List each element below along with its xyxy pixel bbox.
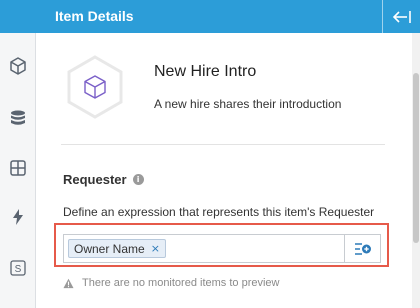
- info-icon[interactable]: i: [132, 174, 144, 185]
- database-icon[interactable]: [6, 106, 30, 130]
- left-rail: S: [0, 0, 36, 308]
- section-divider: [61, 144, 385, 145]
- script-icon[interactable]: S: [6, 256, 30, 280]
- add-expression-icon: [354, 242, 371, 255]
- scrollbar[interactable]: [412, 33, 420, 308]
- header-gap: [36, 0, 47, 33]
- requester-expression-field[interactable]: Owner Name ×: [63, 234, 381, 263]
- requester-label: Requester: [63, 172, 127, 187]
- page-title: Item Details: [55, 8, 134, 24]
- panel-header: Item Details: [47, 0, 420, 33]
- grid-icon[interactable]: [6, 156, 30, 180]
- item-details-panel: S Item Details New Hire Intro A new hire…: [0, 0, 420, 308]
- cube-icon[interactable]: [6, 54, 30, 78]
- expression-chip[interactable]: Owner Name ×: [68, 239, 166, 258]
- item-hexagon-icon: [65, 55, 125, 119]
- script-icon-letter: S: [15, 264, 22, 275]
- chip-remove-icon[interactable]: ×: [151, 242, 160, 255]
- item-details-content: New Hire Intro A new hire shares their i…: [47, 33, 412, 308]
- item-name: New Hire Intro: [154, 63, 257, 80]
- preview-warning: There are no monitored items to preview: [63, 277, 279, 289]
- add-expression-button[interactable]: [344, 235, 380, 262]
- item-description: A new hire shares their introduction: [154, 97, 342, 111]
- lightning-icon[interactable]: [6, 205, 30, 229]
- collapse-arrow-icon: [392, 10, 411, 23]
- requester-heading: Requester i: [63, 172, 144, 187]
- collapse-panel-button[interactable]: [382, 0, 420, 33]
- requester-description: Define an expression that represents thi…: [63, 205, 375, 219]
- warning-text: There are no monitored items to preview: [82, 277, 280, 289]
- scrollbar-thumb[interactable]: [413, 73, 419, 243]
- rail-header: [0, 0, 36, 33]
- chip-label: Owner Name: [74, 241, 145, 256]
- warning-icon: [63, 278, 74, 288]
